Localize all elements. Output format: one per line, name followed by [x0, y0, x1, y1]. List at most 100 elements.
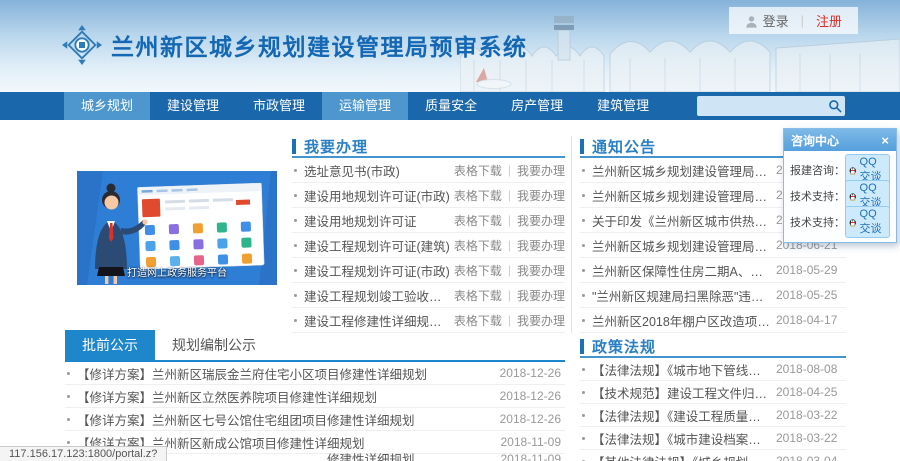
form-download-link[interactable]: 表格下载	[454, 287, 502, 304]
section-accent-bar	[580, 339, 584, 354]
bullet-icon	[582, 319, 585, 322]
notice-title[interactable]: 兰州新区2018年棚户区改造项目政府购买...	[592, 311, 770, 330]
form-download-link[interactable]: 表格下载	[454, 237, 502, 254]
notice-title[interactable]: 兰州新区保障性住房二期A、C区项目政府...	[592, 261, 770, 280]
publicity-title[interactable]: 【修详方案】兰州新区瑞辰金兰府住宅小区项目修建性详细规划	[77, 364, 492, 383]
close-icon[interactable]: ×	[881, 134, 889, 147]
service-actions: 表格下载 | 我要办理	[454, 237, 565, 254]
qq-chat-button[interactable]: QQ交谈	[845, 206, 890, 238]
action-separator: |	[508, 163, 511, 177]
publicity-title[interactable]: 【修详方案】兰州新区七号公馆住宅组团项目修建性详细规划	[77, 410, 492, 429]
section-publicity: 批前公示 规划编制公示 【修详方案】兰州新区瑞辰金兰府住宅小区项目修建性详细规划…	[65, 330, 565, 454]
search-input[interactable]	[701, 96, 821, 116]
apply-link[interactable]: 我要办理	[517, 162, 565, 179]
qq-penguin-icon	[849, 164, 857, 177]
bullet-icon	[582, 219, 585, 222]
action-separator: |	[508, 238, 511, 252]
nav-item-urban-planning[interactable]: 城乡规划	[64, 92, 150, 120]
consult-list: 报建咨询： QQ交谈	[784, 151, 896, 242]
policy-date: 2018-08-08	[776, 362, 846, 376]
service-name[interactable]: 建设工程规划竣工验收合格书	[304, 286, 454, 305]
publicity-title[interactable]: 修建性详细规划	[327, 449, 501, 461]
policy-date: 2018-03-22	[776, 431, 846, 445]
nav-item-transport[interactable]: 运输管理	[322, 92, 408, 120]
bullet-icon	[294, 294, 297, 297]
nav-item-construction[interactable]: 建设管理	[150, 92, 236, 120]
nav-item-real-estate[interactable]: 房产管理	[494, 92, 580, 120]
apply-link[interactable]: 我要办理	[517, 262, 565, 279]
service-name[interactable]: 建设用地规划许可证(市政)	[304, 186, 454, 205]
bullet-icon	[582, 294, 585, 297]
page: 登录 | 注册 兰州新区城乡规划建设管理局预审系统 城乡规划 建设管理 市政管理…	[0, 0, 900, 461]
auth-bar: 登录 | 注册	[729, 7, 858, 34]
action-separator: |	[508, 313, 511, 327]
tab-pre-approval-publicity[interactable]: 批前公示	[65, 330, 155, 360]
form-download-link[interactable]: 表格下载	[454, 187, 502, 204]
bullet-icon	[582, 414, 585, 417]
apply-link[interactable]: 我要办理	[517, 287, 565, 304]
publicity-row: 【修详方案】兰州新区瑞辰金兰府住宅小区项目修建性详细规划 2018-12-26	[65, 362, 565, 385]
form-download-link[interactable]: 表格下载	[454, 262, 502, 279]
service-name[interactable]: 建设用地规划许可证	[304, 211, 454, 230]
service-name[interactable]: 建设工程规划许可证(建筑)	[304, 236, 454, 255]
policy-title[interactable]: 【法律法规】《城市地下管线工程档案管理...	[592, 360, 770, 379]
notice-title[interactable]: 关于印发《兰州新区城市供热用热管理暂行...	[592, 211, 770, 230]
publicity-date: 2018-12-26	[500, 366, 565, 380]
policy-title[interactable]: 【技术规范】建设工程文件归档编制规范	[592, 383, 770, 402]
bullet-icon	[582, 437, 585, 440]
tab-planning-compilation-publicity[interactable]: 规划编制公示	[155, 330, 273, 360]
notice-title[interactable]: "兰州新区规建局扫黑除恶"违法线索举报电...	[592, 286, 770, 305]
publicity-tabs: 批前公示 规划编制公示	[65, 330, 565, 362]
consult-panel: 咨询中心 × 报建咨询：	[783, 128, 897, 243]
bullet-icon	[582, 244, 585, 247]
form-download-link[interactable]: 表格下载	[454, 162, 502, 179]
publicity-title[interactable]: 【修详方案】兰州新区立然医养院项目修建性详细规划	[77, 387, 492, 406]
login-button[interactable]: 登录	[745, 11, 789, 30]
form-download-link[interactable]: 表格下载	[454, 212, 502, 229]
consult-panel-header: 咨询中心 ×	[784, 129, 896, 151]
form-download-link[interactable]: 表格下载	[454, 312, 502, 329]
notice-title[interactable]: 兰州新区城乡规划建设管理局档案整理及电...	[592, 161, 770, 180]
action-separator: |	[508, 213, 511, 227]
nav-item-architecture[interactable]: 建筑管理	[580, 92, 666, 120]
publicity-date: 2018-12-26	[500, 389, 565, 403]
policy-title[interactable]: 【法律法规】《城市建设档案管理规定》	[592, 429, 770, 448]
service-row: 建设用地规划许可证 表格下载 | 我要办理	[292, 208, 565, 233]
auth-divider: |	[801, 13, 804, 28]
nav-item-municipal[interactable]: 市政管理	[236, 92, 322, 120]
section-accent-bar	[292, 139, 296, 154]
consult-title: 咨询中心	[791, 132, 881, 149]
apply-link[interactable]: 我要办理	[517, 312, 565, 329]
nav-item-quality-safety[interactable]: 质量安全	[408, 92, 494, 120]
services-header: 我要办理	[292, 136, 565, 158]
bullet-icon	[294, 219, 297, 222]
policy-title[interactable]: 【法律法规】《建设工程质量管理条例》	[592, 406, 770, 425]
apply-link[interactable]: 我要办理	[517, 212, 565, 229]
apply-link[interactable]: 我要办理	[517, 237, 565, 254]
action-separator: |	[508, 288, 511, 302]
policy-date: 2018-04-25	[776, 385, 846, 399]
service-name[interactable]: 选址意见书(市政)	[304, 161, 454, 180]
qq-penguin-icon	[849, 190, 857, 203]
policies-list: 【法律法规】《城市地下管线工程档案管理... 2018-08-08 【技术规范】…	[580, 358, 846, 461]
services-title: 我要办理	[304, 136, 368, 157]
apply-link[interactable]: 我要办理	[517, 187, 565, 204]
user-icon	[745, 15, 758, 28]
policy-row: 【法律法规】《城市建设档案管理规定》 2018-03-22	[580, 427, 846, 450]
service-row: 建设工程规划竣工验收合格书 表格下载 | 我要办理	[292, 283, 565, 308]
bullet-icon	[294, 319, 297, 322]
bullet-icon	[67, 441, 70, 444]
bullet-icon	[294, 244, 297, 247]
policy-title[interactable]: 【其他法律法规】《城乡规划违法违纪行...	[592, 452, 770, 461]
status-url-tooltip: 117.156.17.123:1800/portal.z?	[0, 446, 167, 461]
register-button[interactable]: 注册	[816, 11, 842, 30]
publicity-row: 【修详方案】兰州新区立然医养院项目修建性详细规划 2018-12-26	[65, 385, 565, 408]
search-icon[interactable]	[828, 99, 842, 113]
service-name[interactable]: 建设工程规划许可证(市政)	[304, 261, 454, 280]
notice-title[interactable]: 兰州新区城乡规划建设管理局关于转发《甘...	[592, 186, 770, 205]
promo-video[interactable]: 打造网上政务服务平台	[77, 171, 277, 285]
service-name[interactable]: 建设工程修建性详细规划审定	[304, 311, 454, 330]
notice-date: 2018-05-25	[776, 288, 846, 302]
notice-title[interactable]: 兰州新区城乡规划建设管理局关于2018年...	[592, 236, 770, 255]
service-actions: 表格下载 | 我要办理	[454, 187, 565, 204]
